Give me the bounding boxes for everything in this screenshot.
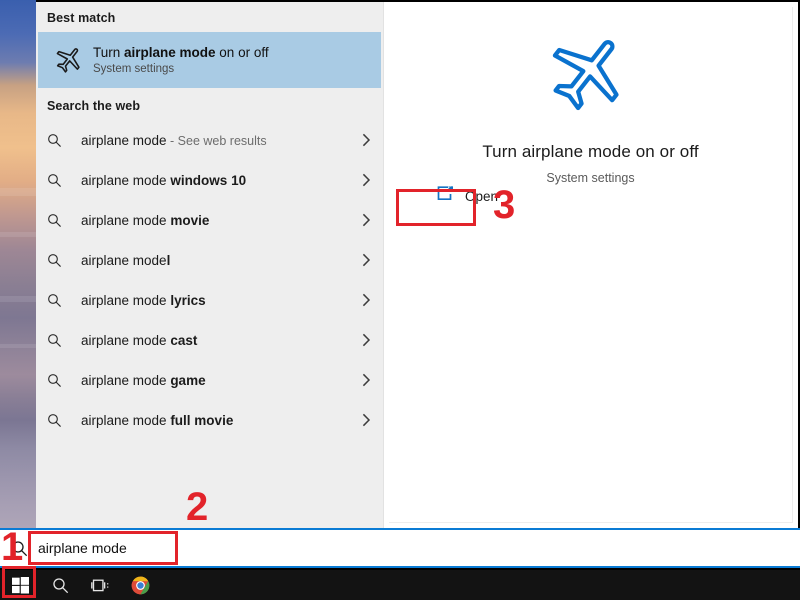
- annotation-number-3: 3: [493, 185, 515, 225]
- chevron-right-icon[interactable]: [357, 253, 371, 267]
- task-view-icon[interactable]: [80, 570, 120, 600]
- airplane-icon: [47, 45, 93, 75]
- web-result-label: airplane mode game: [81, 373, 357, 388]
- best-match-title: Turn airplane mode on or off: [93, 45, 269, 61]
- results-column: Best match Turn airplane mode on or off …: [36, 2, 383, 528]
- web-result-row[interactable]: airplane mode movie: [36, 200, 383, 240]
- web-result-label: airplane mode lyrics: [81, 293, 357, 308]
- search-flyout: Best match Turn airplane mode on or off …: [36, 2, 798, 528]
- web-result-label: airplane mode - See web results: [81, 133, 357, 148]
- preview-airplane-icon: [389, 7, 792, 122]
- chevron-right-icon[interactable]: [357, 413, 371, 427]
- annotation-box-2: [28, 531, 178, 565]
- annotation-box-1: [2, 566, 36, 598]
- chevron-right-icon[interactable]: [357, 133, 371, 147]
- desktop-wallpaper: [0, 0, 36, 568]
- web-result-label: airplane mode movie: [81, 213, 357, 228]
- screen: Best match Turn airplane mode on or off …: [0, 0, 800, 600]
- preview-subtitle: System settings: [389, 171, 792, 185]
- web-results-list: airplane mode - See web results airplane …: [36, 120, 383, 440]
- search-icon: [47, 373, 81, 388]
- web-result-label: airplane mode full movie: [81, 413, 357, 428]
- chrome-icon[interactable]: [120, 570, 160, 600]
- search-icon: [47, 213, 81, 228]
- search-icon: [47, 173, 81, 188]
- web-result-row[interactable]: airplane model: [36, 240, 383, 280]
- web-result-label: airplane model: [81, 253, 357, 268]
- chevron-right-icon[interactable]: [357, 333, 371, 347]
- search-icon: [47, 333, 81, 348]
- web-result-row[interactable]: airplane mode cast: [36, 320, 383, 360]
- web-result-row[interactable]: airplane mode - See web results: [36, 120, 383, 160]
- preview-column: Turn airplane mode on or off System sett…: [383, 2, 798, 528]
- annotation-number-2: 2: [186, 487, 208, 527]
- chevron-right-icon[interactable]: [357, 173, 371, 187]
- search-icon: [47, 133, 81, 148]
- preview-title: Turn airplane mode on or off: [389, 142, 792, 162]
- web-result-row[interactable]: airplane mode lyrics: [36, 280, 383, 320]
- search-the-web-header: Search the web: [36, 88, 383, 120]
- best-match-subtitle: System settings: [93, 63, 269, 75]
- search-icon: [47, 293, 81, 308]
- search-icon: [47, 253, 81, 268]
- web-result-row[interactable]: airplane mode game: [36, 360, 383, 400]
- web-result-label: airplane mode windows 10: [81, 173, 357, 188]
- annotation-number-1: 1: [1, 527, 23, 567]
- taskbar-search-icon[interactable]: [40, 570, 80, 600]
- best-match-header: Best match: [36, 2, 383, 32]
- web-result-row[interactable]: airplane mode windows 10: [36, 160, 383, 200]
- search-icon: [47, 413, 81, 428]
- annotation-box-3: [396, 189, 476, 226]
- chevron-right-icon[interactable]: [357, 213, 371, 227]
- web-result-label: airplane mode cast: [81, 333, 357, 348]
- web-result-row[interactable]: airplane mode full movie: [36, 400, 383, 440]
- best-match-result[interactable]: Turn airplane mode on or off System sett…: [38, 32, 381, 88]
- chevron-right-icon[interactable]: [357, 373, 371, 387]
- chevron-right-icon[interactable]: [357, 293, 371, 307]
- taskbar: [0, 570, 800, 600]
